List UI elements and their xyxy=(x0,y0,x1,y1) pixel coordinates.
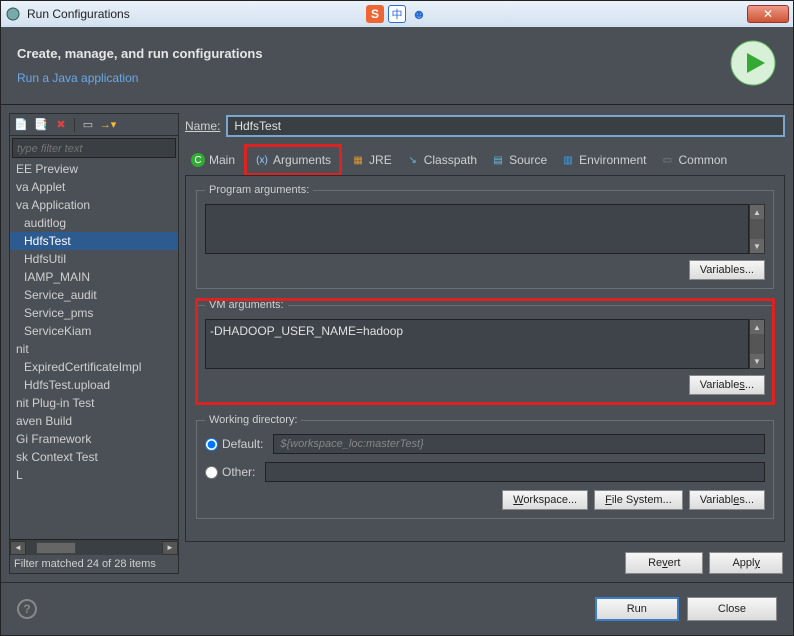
delete-config-icon[interactable]: ✖ xyxy=(54,118,68,132)
tree-item[interactable]: L xyxy=(10,466,178,484)
filter-menu-icon[interactable]: →▾ xyxy=(101,118,115,132)
wd-default-radio[interactable] xyxy=(205,438,218,451)
tree-item[interactable]: aven Build xyxy=(10,412,178,430)
scroll-thumb[interactable] xyxy=(36,542,76,554)
tree-hscrollbar[interactable]: ◄ ► xyxy=(10,539,178,555)
filter-input[interactable] xyxy=(13,140,175,158)
ime-chinese-icon: 中 xyxy=(388,5,406,23)
wd-filesystem-button[interactable]: File System... xyxy=(594,490,683,510)
close-button[interactable]: Close xyxy=(687,597,777,621)
tree-item[interactable]: Service_pms xyxy=(10,304,178,322)
dialog-subtitle: Run a Java application xyxy=(17,71,263,85)
tree-item[interactable]: nit Plug-in Test xyxy=(10,394,178,412)
help-button[interactable]: ? xyxy=(17,599,37,619)
tree-item[interactable]: HdfsTest xyxy=(10,232,178,250)
tab-main[interactable]: CMain xyxy=(191,153,235,167)
wd-workspace-button[interactable]: Workspace... xyxy=(502,490,588,510)
wd-default-input xyxy=(273,434,765,454)
collapse-all-icon[interactable]: ▭ xyxy=(81,118,95,132)
tab-environment[interactable]: ▥Environment xyxy=(561,153,646,167)
sogou-icon: S xyxy=(366,5,384,23)
toolbar-separator xyxy=(74,118,75,132)
wd-other-radio-label[interactable]: Other: xyxy=(205,465,255,479)
vm-args-group: VM arguments: ▲▼ Variables... xyxy=(196,299,774,404)
tab-source[interactable]: ▤Source xyxy=(491,153,547,167)
tree-toolbar: 📄 📑 ✖ ▭ →▾ xyxy=(10,114,178,136)
tree-item[interactable]: HdfsTest.upload xyxy=(10,376,178,394)
tree-item[interactable]: nit xyxy=(10,340,178,358)
tree-item[interactable]: va Application xyxy=(10,196,178,214)
filter-status: Filter matched 24 of 28 items xyxy=(10,555,178,573)
filter-input-wrap xyxy=(12,138,176,158)
duplicate-config-icon[interactable]: 📑 xyxy=(34,118,48,132)
arguments-panel: Program arguments: ▲▼ Variables... VM ar… xyxy=(185,175,785,542)
new-config-icon[interactable]: 📄 xyxy=(14,118,28,132)
tab-bar: CMain (x)Arguments ▦JRE ↘Classpath ▤Sour… xyxy=(185,145,785,175)
tree-item[interactable]: va Applet xyxy=(10,178,178,196)
tab-classpath[interactable]: ↘Classpath xyxy=(406,153,477,167)
revert-button[interactable]: Revert xyxy=(625,552,703,574)
tree-item[interactable]: IAMP_MAIN xyxy=(10,268,178,286)
vm-args-input[interactable] xyxy=(205,319,749,369)
dialog-header: Create, manage, and run configurations R… xyxy=(1,27,793,105)
window-titlebar: Run Configurations S 中 ☻ ✕ xyxy=(1,1,793,27)
ime-indicator: S 中 ☻ xyxy=(366,5,428,23)
config-tree-panel: 📄 📑 ✖ ▭ →▾ EE Previewva Appletva Applica… xyxy=(9,113,179,574)
tree-item[interactable]: Gi Framework xyxy=(10,430,178,448)
program-args-variables-button[interactable]: Variables... xyxy=(689,260,765,280)
wd-variables-button[interactable]: Variables... xyxy=(689,490,765,510)
window-title: Run Configurations xyxy=(27,7,130,21)
tree-item[interactable]: HdfsUtil xyxy=(10,250,178,268)
tree-item[interactable]: auditlog xyxy=(10,214,178,232)
run-button[interactable]: Run xyxy=(595,597,679,621)
vm-args-legend: VM arguments: xyxy=(205,299,288,311)
run-hero-icon xyxy=(729,39,777,92)
tree-item[interactable]: EE Preview xyxy=(10,160,178,178)
vm-args-variables-button[interactable]: Variables... xyxy=(689,375,765,395)
tab-common[interactable]: ▭Common xyxy=(661,153,728,167)
window-close-button[interactable]: ✕ xyxy=(747,5,789,23)
program-args-scrollbar[interactable]: ▲▼ xyxy=(749,204,765,254)
scroll-left-icon[interactable]: ◄ xyxy=(10,541,26,555)
vm-args-scrollbar[interactable]: ▲▼ xyxy=(749,319,765,369)
config-name-input[interactable] xyxy=(226,115,785,137)
dialog-title: Create, manage, and run configurations xyxy=(17,46,263,61)
wd-other-radio[interactable] xyxy=(205,466,218,479)
working-dir-legend: Working directory: xyxy=(205,414,301,426)
name-label: Name: xyxy=(185,119,220,133)
working-dir-group: Working directory: Default: Other: Works… xyxy=(196,414,774,519)
tree-item[interactable]: ServiceKiam xyxy=(10,322,178,340)
app-icon xyxy=(5,6,21,22)
tab-arguments[interactable]: (x)Arguments xyxy=(249,149,337,171)
scroll-right-icon[interactable]: ► xyxy=(162,541,178,555)
dialog-footer: ? Run Close xyxy=(1,582,793,635)
tree-item[interactable]: Service_audit xyxy=(10,286,178,304)
config-tree[interactable]: EE Previewva Appletva Applicationauditlo… xyxy=(10,160,178,539)
program-args-input[interactable] xyxy=(205,204,749,254)
ime-face-icon: ☻ xyxy=(410,5,428,23)
tree-item[interactable]: ExpiredCertificateImpl xyxy=(10,358,178,376)
program-args-legend: Program arguments: xyxy=(205,184,313,196)
tab-jre[interactable]: ▦JRE xyxy=(351,153,392,167)
tree-item[interactable]: sk Context Test xyxy=(10,448,178,466)
program-args-group: Program arguments: ▲▼ Variables... xyxy=(196,184,774,289)
wd-other-input[interactable] xyxy=(265,462,765,482)
wd-default-radio-label[interactable]: Default: xyxy=(205,437,263,451)
apply-button[interactable]: Apply xyxy=(709,552,783,574)
